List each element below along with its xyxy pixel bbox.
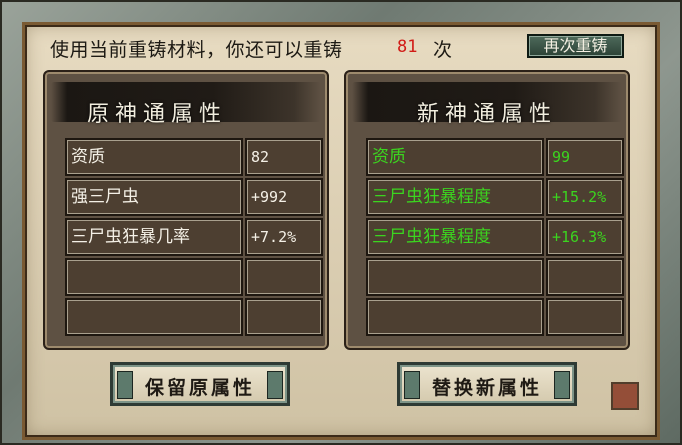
original-attribute-table: 资质 82 强三尸虫 +992 三尸虫狂暴几率 +7.2% — [65, 138, 323, 338]
reforge-prompt: 使用当前重铸材料，你还可以重铸 — [50, 39, 343, 61]
attribute-row — [65, 298, 323, 338]
original-title: 原神通属性 — [87, 102, 228, 127]
new-attribute-table: 资质 99 三尸虫狂暴程度 +15.2% 三尸虫狂暴程度 +16.3% — [366, 138, 624, 338]
attribute-row — [366, 298, 624, 338]
attribute-name: 三尸虫狂暴几率 — [65, 218, 243, 256]
attribute-name — [366, 298, 544, 336]
attribute-name — [366, 258, 544, 296]
new-banner: 新神通属性 — [352, 82, 622, 127]
attribute-name — [65, 258, 243, 296]
attribute-value — [245, 298, 323, 336]
attribute-value: +992 — [245, 178, 323, 216]
attribute-name: 三尸虫狂暴程度 — [366, 178, 544, 216]
reforge-again-button[interactable]: 再次重铸 — [527, 34, 624, 58]
keep-original-label: 保留原属性 — [144, 377, 255, 399]
attribute-name: 资质 — [366, 138, 544, 176]
attribute-value: 99 — [546, 138, 624, 176]
attribute-row — [366, 258, 624, 298]
new-attributes-panel: 新神通属性 资质 99 三尸虫狂暴程度 +15.2% 三尸虫狂暴程度 +16.3… — [344, 70, 630, 350]
replace-new-button[interactable]: 替换新属性 — [397, 362, 577, 406]
original-banner: 原神通属性 — [51, 82, 321, 127]
attribute-name: 强三尸虫 — [65, 178, 243, 216]
button-end-cap — [267, 371, 283, 399]
attribute-row: 资质 99 — [366, 138, 624, 178]
new-title: 新神通属性 — [416, 102, 557, 127]
remaining-count: 81 — [397, 37, 418, 57]
attribute-value: 82 — [245, 138, 323, 176]
attribute-row: 三尸虫狂暴几率 +7.2% — [65, 218, 323, 258]
attribute-value: +16.3% — [546, 218, 624, 256]
replace-new-label: 替换新属性 — [431, 377, 542, 399]
keep-original-button[interactable]: 保留原属性 — [110, 362, 290, 406]
attribute-name: 三尸虫狂暴程度 — [366, 218, 544, 256]
original-attributes-panel: 原神通属性 资质 82 强三尸虫 +992 三尸虫狂暴几率 +7.2% — [43, 70, 329, 350]
attribute-value: +7.2% — [245, 218, 323, 256]
attribute-row: 资质 82 — [65, 138, 323, 178]
attribute-row: 三尸虫狂暴程度 +16.3% — [366, 218, 624, 258]
seal-stamp-icon — [611, 382, 639, 410]
attribute-row: 三尸虫狂暴程度 +15.2% — [366, 178, 624, 218]
attribute-value — [546, 258, 624, 296]
button-end-cap — [554, 371, 570, 399]
attribute-row: 强三尸虫 +992 — [65, 178, 323, 218]
count-suffix: 次 — [433, 39, 453, 61]
attribute-value: +15.2% — [546, 178, 624, 216]
attribute-name: 资质 — [65, 138, 243, 176]
attribute-value — [546, 298, 624, 336]
attribute-name — [65, 298, 243, 336]
attribute-row — [65, 258, 323, 298]
attribute-value — [245, 258, 323, 296]
